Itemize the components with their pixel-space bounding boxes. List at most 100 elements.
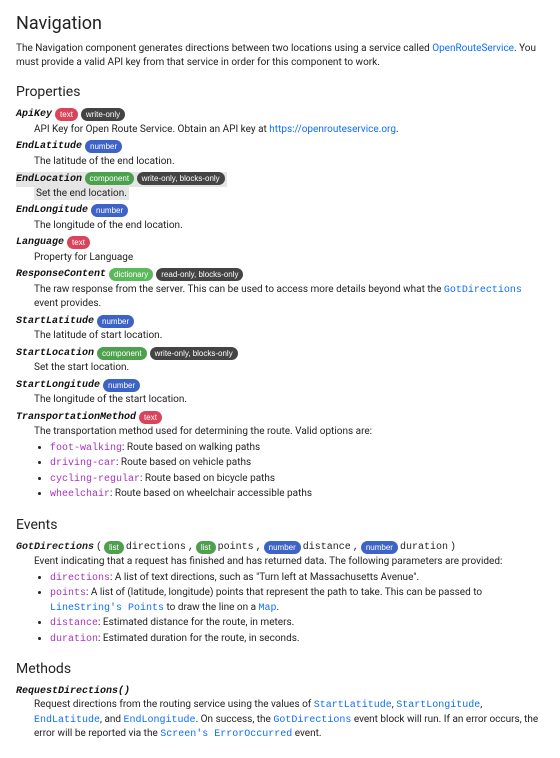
event-name: GotDirections bbox=[16, 541, 94, 555]
param-points: points bbox=[218, 541, 254, 555]
prop-language-desc: Property for Language bbox=[34, 251, 544, 265]
prop-endlocation-name: EndLocation bbox=[16, 174, 82, 185]
badge-dictionary: dictionary bbox=[109, 268, 153, 281]
event-params-list: directions: A list of text directions, s… bbox=[50, 571, 544, 647]
event-gotdirections-desc: Event indicating that a request has fini… bbox=[34, 555, 544, 569]
badge-number: number bbox=[91, 204, 128, 217]
prop-endlongitude-desc: The longitude of the end location. bbox=[34, 219, 544, 233]
sep: , and bbox=[100, 714, 124, 725]
event-gotdirections: GotDirections( list directions, list poi… bbox=[16, 541, 544, 647]
comma: , bbox=[353, 541, 359, 555]
badge-component: component bbox=[85, 172, 135, 185]
prop-startlocation: StartLocation component write-only, bloc… bbox=[16, 347, 544, 375]
prop-endlongitude-name: EndLongitude bbox=[16, 204, 88, 218]
prop-startlongitude: StartLongitude number The longitude of t… bbox=[16, 379, 544, 407]
opt-txt: : Route based on vehicle paths bbox=[116, 457, 251, 468]
prop-transportationmethod: TransportationMethod text The transporta… bbox=[16, 411, 544, 502]
param-directions: directions bbox=[126, 541, 186, 555]
prop-endlocation-desc: Set the end location. bbox=[34, 187, 129, 201]
param-code: directions bbox=[50, 573, 110, 584]
badge-number: number bbox=[97, 315, 134, 328]
list-item: driving-car: Route based on vehicle path… bbox=[50, 456, 544, 471]
prop-endlocation: EndLocation component write-only, blocks… bbox=[16, 172, 544, 200]
badge-list: list bbox=[104, 541, 124, 554]
prop-responsecontent-desc-after: event provides. bbox=[34, 298, 101, 309]
badge-component: component bbox=[97, 347, 147, 360]
endlongitude-link[interactable]: EndLongitude bbox=[124, 715, 196, 726]
intro-text: The Navigation component generates direc… bbox=[16, 42, 544, 69]
opt-txt: : Route based on walking paths bbox=[122, 442, 260, 453]
list-item: distance: Estimated distance for the rou… bbox=[50, 616, 544, 631]
method-name: RequestDirections() bbox=[16, 685, 130, 699]
prop-startlatitude: StartLatitude number The latitude of sta… bbox=[16, 315, 544, 343]
prop-startlongitude-name: StartLongitude bbox=[16, 379, 100, 393]
prop-apikey: ApiKey text write-only API Key for Open … bbox=[16, 108, 544, 136]
param-txt-before: : A list of (latitude, longitude) points… bbox=[86, 587, 482, 598]
screen-erroroccurred-link[interactable]: Screen's ErrorOccurred bbox=[160, 729, 292, 740]
param-txt: : Estimated duration for the route, in s… bbox=[98, 633, 299, 644]
opt-code: foot-walking bbox=[50, 443, 122, 454]
badge-number: number bbox=[85, 140, 122, 153]
intro-before: The Navigation component generates direc… bbox=[16, 43, 432, 54]
transport-options: foot-walking: Route based on walking pat… bbox=[50, 441, 544, 502]
badge-list: list bbox=[196, 541, 216, 554]
prop-endlatitude-name: EndLatitude bbox=[16, 140, 82, 154]
list-item: points: A list of (latitude, longitude) … bbox=[50, 586, 544, 615]
prop-language-name: Language bbox=[16, 236, 64, 250]
list-item: duration: Estimated duration for the rou… bbox=[50, 632, 544, 647]
badge-text: text bbox=[55, 108, 78, 121]
openrouteservice-link[interactable]: OpenRouteService bbox=[432, 43, 514, 54]
method-desc-after2: event. bbox=[292, 728, 321, 739]
opt-code: cycling-regular bbox=[50, 474, 140, 485]
badge-write-only-blocks: write-only, blocks-only bbox=[137, 172, 225, 185]
prop-transportationmethod-desc: The transportation method used for deter… bbox=[34, 425, 544, 439]
badge-read-only-blocks: read-only, blocks-only bbox=[156, 268, 243, 281]
comma: , bbox=[188, 541, 194, 555]
param-distance: distance bbox=[303, 541, 351, 555]
method-requestdirections: RequestDirections() Request directions f… bbox=[16, 685, 544, 742]
prop-responsecontent-desc-before: The raw response from the server. This c… bbox=[34, 284, 444, 295]
badge-number: number bbox=[103, 379, 140, 392]
badge-text: text bbox=[139, 411, 162, 424]
endlatitude-link[interactable]: EndLatitude bbox=[34, 715, 100, 726]
prop-apikey-name: ApiKey bbox=[16, 108, 52, 122]
comma: , bbox=[256, 541, 262, 555]
paren-close: ) bbox=[450, 541, 456, 555]
methods-heading: Methods bbox=[16, 660, 544, 679]
prop-language: Language text Property for Language bbox=[16, 236, 544, 264]
prop-apikey-desc-after: . bbox=[396, 124, 399, 135]
param-code: distance bbox=[50, 618, 98, 629]
badge-write-only: write-only bbox=[81, 108, 125, 121]
badge-number: number bbox=[264, 541, 301, 554]
prop-startlocation-desc: Set the start location. bbox=[34, 361, 544, 375]
prop-endlongitude: EndLongitude number The longitude of the… bbox=[16, 204, 544, 232]
gotdirections-link[interactable]: GotDirections bbox=[273, 715, 351, 726]
method-desc-before: Request directions from the routing serv… bbox=[34, 699, 314, 710]
dot: . bbox=[277, 602, 280, 613]
sep: , bbox=[480, 699, 482, 710]
prop-endlatitude-desc: The latitude of the end location. bbox=[34, 155, 544, 169]
startlongitude-link[interactable]: StartLongitude bbox=[396, 700, 480, 711]
opt-txt: : Route based on bicycle paths bbox=[140, 473, 275, 484]
linestring-points-link[interactable]: LineString's Points bbox=[50, 603, 164, 614]
list-item: directions: A list of text directions, s… bbox=[50, 571, 544, 586]
prop-startlatitude-desc: The latitude of start location. bbox=[34, 329, 544, 343]
badge-text: text bbox=[67, 236, 90, 249]
gotdirections-code-link[interactable]: GotDirections bbox=[444, 285, 522, 296]
opt-txt: : Route based on wheelchair accessible p… bbox=[110, 488, 312, 499]
startlatitude-link[interactable]: StartLatitude bbox=[314, 700, 392, 711]
param-txt: : A list of text directions, such as "Tu… bbox=[110, 572, 419, 583]
badge-number: number bbox=[361, 541, 398, 554]
opt-code: wheelchair bbox=[50, 489, 110, 500]
openrouteservice-org-link[interactable]: https://openrouteservice.org bbox=[269, 124, 396, 135]
badge-write-only-blocks: write-only, blocks-only bbox=[150, 347, 238, 360]
events-heading: Events bbox=[16, 516, 544, 535]
list-item: foot-walking: Route based on walking pat… bbox=[50, 441, 544, 456]
map-link[interactable]: Map bbox=[259, 603, 277, 614]
prop-responsecontent: ResponseContent dictionary read-only, bl… bbox=[16, 268, 544, 311]
list-item: cycling-regular: Route based on bicycle … bbox=[50, 472, 544, 487]
param-duration: duration bbox=[400, 541, 448, 555]
param-code: duration bbox=[50, 634, 98, 645]
prop-responsecontent-name: ResponseContent bbox=[16, 268, 106, 282]
prop-endlatitude: EndLatitude number The latitude of the e… bbox=[16, 140, 544, 168]
